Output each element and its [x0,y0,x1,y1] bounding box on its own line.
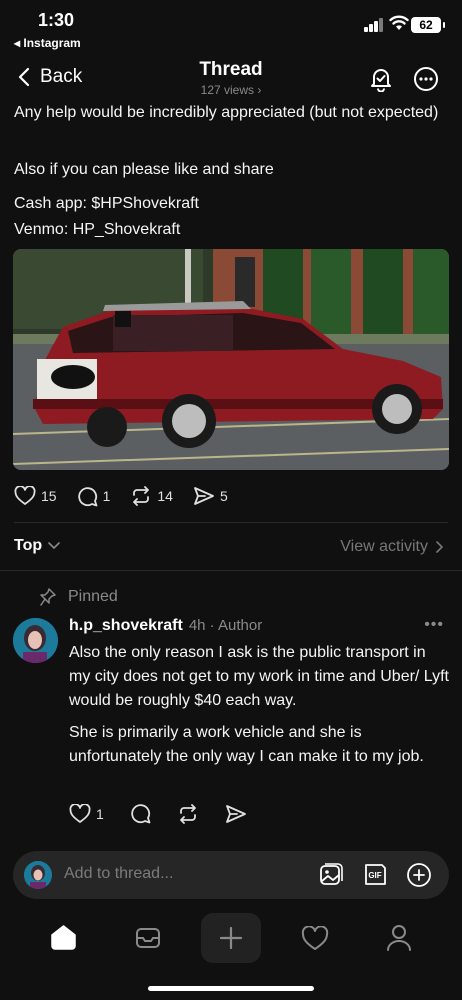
pinned-label: Pinned [68,588,118,605]
reply-more-icon[interactable]: ••• [424,616,444,634]
reply-repost-button[interactable] [177,803,199,824]
send-icon [194,487,214,505]
reply-count: 1 [102,488,111,504]
avatar-image [13,618,58,663]
heart-icon [69,803,91,823]
inbox-icon[interactable] [135,926,161,950]
back-to-instagram-link[interactable]: ◂ Instagram [14,36,81,50]
bell-check-icon[interactable] [368,66,394,92]
sort-label: Top [14,537,43,554]
plus-icon [219,926,243,950]
pinned-indicator: Pinned [40,588,118,606]
chevron-down-icon [48,542,60,550]
home-indicator [148,986,314,991]
reply-like-count: 1 [96,805,104,822]
reply-actions: 1 [69,803,273,824]
comment-icon [131,804,151,824]
bottom-tab-bar [0,910,462,966]
share-button[interactable]: 5 [193,486,228,506]
reply-text-transport: Also the only reason I ask is the public… [69,644,449,709]
reply-share-button[interactable] [225,804,247,824]
new-thread-button[interactable] [201,913,261,963]
status-time: 1:30 [38,10,75,30]
repost-button[interactable]: 14 [130,486,173,506]
svg-text:GIF: GIF [368,871,381,880]
reply-text-vehicle: She is primarily a work vehicle and she … [69,724,424,765]
more-icon[interactable] [413,66,439,92]
profile-icon[interactable] [386,924,412,952]
thread-header: Back Thread 127 views › [0,56,462,100]
reply-meta: 4h · Author [188,617,263,634]
post-text-venmo: Venmo: HP_Shovekraft [14,221,181,238]
post-actions: 15 1 14 5 [14,484,248,508]
gif-icon[interactable]: GIF [362,862,388,888]
view-activity-link[interactable]: View activity [340,538,444,556]
add-icon[interactable] [406,862,432,888]
reply-reply-button[interactable] [130,803,151,824]
composer-input[interactable]: Add to thread... [64,865,173,883]
post-text-help: Any help would be incredibly appreciated… [14,104,439,121]
activity-heart-icon[interactable] [301,926,329,952]
post-text-share: Also if you can please like and share [14,161,274,178]
divider [14,522,448,523]
battery-icon: 62 [411,17,445,33]
username-link[interactable]: h.p_shovekraft [69,617,183,635]
heart-icon [14,486,36,505]
car-photo-illustration [13,249,449,470]
repost-icon [133,486,150,506]
signal-icon [364,18,384,32]
thread-composer[interactable]: Add to thread... GIF [13,851,449,899]
status-bar: 1:30 ◂ Instagram 62 [0,0,462,56]
reply-author: h.p_shovekraft 4h · Author [69,617,262,635]
divider [0,570,462,571]
sort-dropdown[interactable]: Top [14,537,60,555]
composer-avatar [24,861,52,889]
avatar-image [24,861,52,889]
repost-count: 14 [157,488,173,504]
comment-icon [77,486,97,506]
share-count: 5 [219,488,228,504]
like-button[interactable]: 15 [14,486,57,506]
pin-icon [40,588,56,606]
wifi-icon [389,15,409,30]
send-icon [225,804,246,823]
repost-icon [179,803,196,824]
like-count: 15 [41,488,57,504]
post-text-cashapp: Cash app: $HPShovekraft [14,195,199,212]
avatar[interactable] [13,618,58,663]
post-photo[interactable] [13,249,449,470]
chevron-right-icon [436,541,444,553]
reply-button[interactable]: 1 [77,486,111,507]
image-icon[interactable] [318,862,344,888]
home-icon[interactable] [50,924,77,951]
view-activity-label: View activity [340,538,428,555]
reply-like-button[interactable]: 1 [69,803,104,824]
